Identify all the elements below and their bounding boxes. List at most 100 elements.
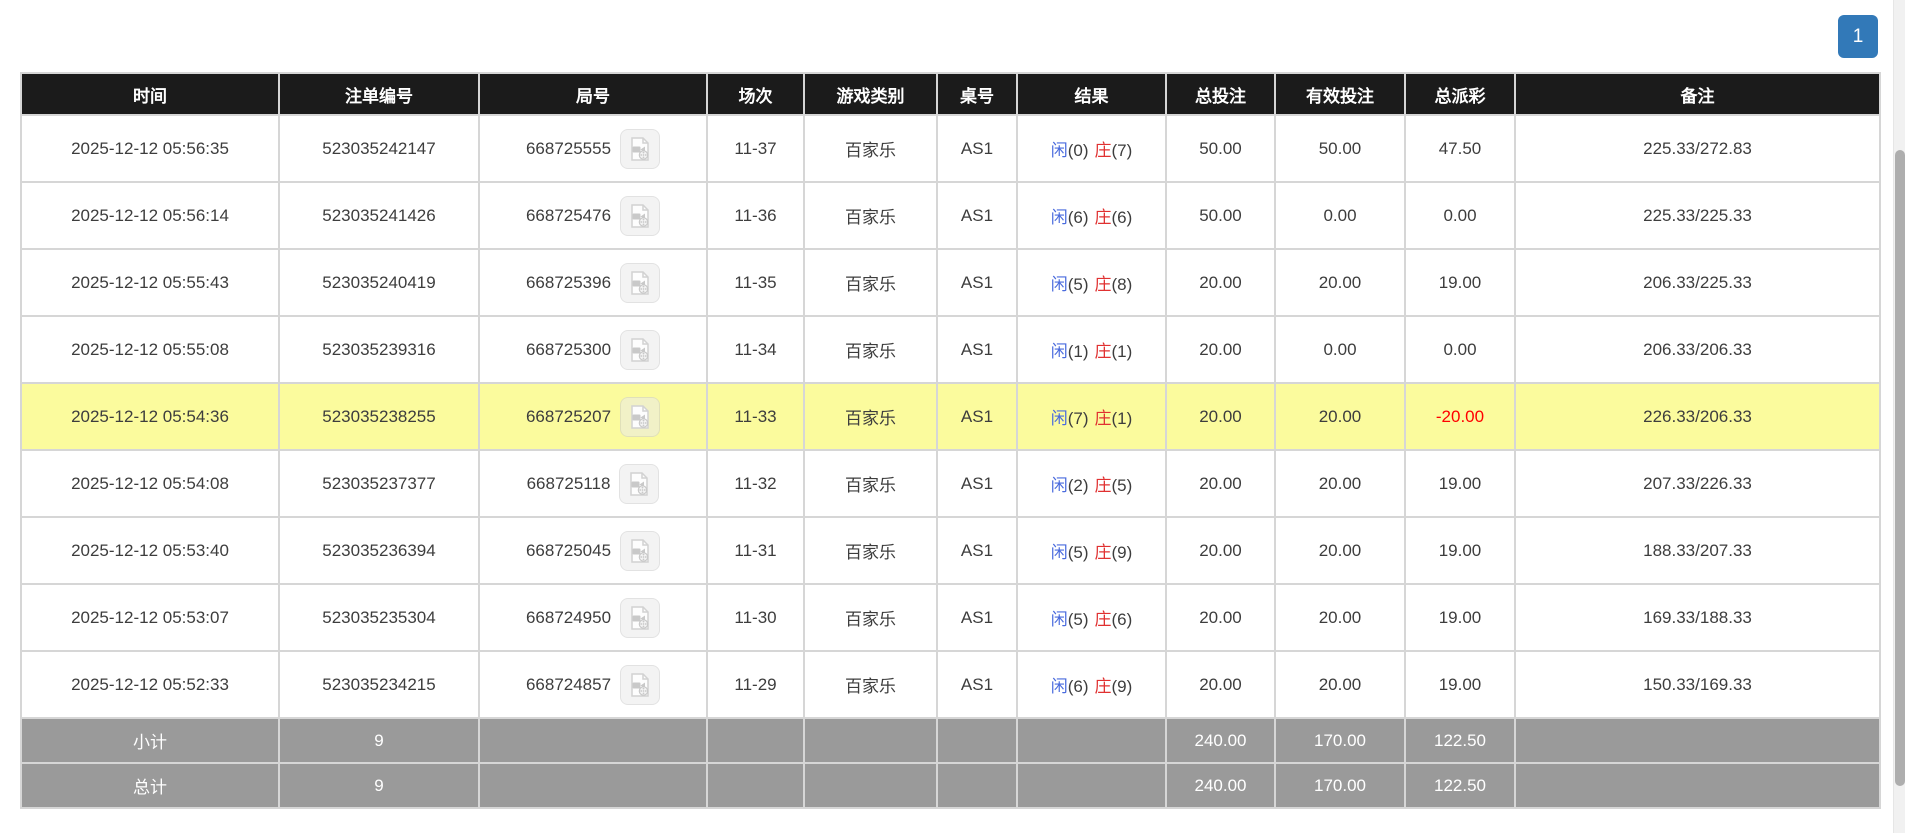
column-header-game-type: 游戏类别 [805,74,936,114]
pagination-page-1-button[interactable]: 1 [1838,15,1878,58]
video-replay-button[interactable] [620,262,661,303]
total-bet-link[interactable]: 20.00 [1167,451,1274,516]
payout-cell: 19.00 [1406,518,1514,583]
video-replay-button[interactable] [620,664,661,705]
valid-bet-cell: 0.00 [1276,183,1404,248]
column-header-total-bet: 总投注 [1167,74,1274,114]
result-player-score: (7) [1067,409,1089,428]
bet-id-cell: 523035234215 [280,652,478,717]
summary-total-bet-cell: 240.00 [1167,719,1274,762]
time-cell: 2025-12-12 05:54:36 [22,384,278,449]
video-replay-icon [631,337,649,362]
total-bet-link[interactable]: 50.00 [1167,116,1274,181]
game-type-cell: 百家乐 [805,652,936,717]
payout-cell: 47.50 [1406,116,1514,181]
game-type-cell: 百家乐 [805,250,936,315]
video-replay-button[interactable] [620,396,661,437]
round-number: 668725396 [525,272,612,292]
result-banker-label: 庄 [1094,141,1112,160]
page-scrollbar-track[interactable] [1893,0,1905,833]
total-bet-link[interactable]: 20.00 [1167,652,1274,717]
result-cell: 闲(6) 庄(9) [1018,652,1165,717]
valid-bet-cell: 20.00 [1276,451,1404,516]
empty-cell [480,719,706,762]
payout-cell: 0.00 [1406,183,1514,248]
result-player-label: 闲 [1050,610,1068,629]
session-cell: 11-35 [708,250,803,315]
result-player-label: 闲 [1050,543,1068,562]
total-bet-link[interactable]: 20.00 [1167,585,1274,650]
session-cell: 11-29 [708,652,803,717]
result-cell: 闲(5) 庄(9) [1018,518,1165,583]
summary-row: 小计 9 240.00 170.00 122.50 [22,719,1879,762]
payout-cell: 0.00 [1406,317,1514,382]
video-replay-button[interactable] [620,195,661,236]
video-replay-icon [631,605,649,630]
round-cell: 668725396 [480,250,706,315]
table-number-cell: AS1 [938,451,1016,516]
valid-bet-cell: 0.00 [1276,317,1404,382]
summary-valid-bet-cell: 170.00 [1276,764,1404,807]
time-cell: 2025-12-12 05:53:40 [22,518,278,583]
remark-cell: 206.33/225.33 [1516,250,1879,315]
time-cell: 2025-12-12 05:56:35 [22,116,278,181]
video-replay-icon [631,136,649,161]
result-player-score: (2) [1067,476,1089,495]
result-cell: 闲(6) 庄(6) [1018,183,1165,248]
total-bet-link[interactable]: 20.00 [1167,317,1274,382]
round-cell: 668725045 [480,518,706,583]
remark-cell: 225.33/225.33 [1516,183,1879,248]
payout-cell: -20.00 [1406,384,1514,449]
result-player-label: 闲 [1050,677,1068,696]
remark-cell: 150.33/169.33 [1516,652,1879,717]
empty-cell [480,764,706,807]
table-number-cell: AS1 [938,652,1016,717]
video-replay-button[interactable] [620,597,661,638]
page-scrollbar-thumb[interactable] [1895,150,1905,786]
video-replay-button[interactable] [620,530,661,571]
column-header-result: 结果 [1018,74,1165,114]
time-cell: 2025-12-12 05:53:07 [22,585,278,650]
column-header-payout: 总派彩 [1406,74,1514,114]
total-bet-link[interactable]: 20.00 [1167,384,1274,449]
bet-id-cell: 523035242147 [280,116,478,181]
video-replay-button[interactable] [620,128,661,169]
column-header-time: 时间 [22,74,278,114]
result-banker-score: (6) [1111,208,1133,227]
video-replay-icon [631,203,649,228]
bet-id-cell: 523035237377 [280,451,478,516]
session-cell: 11-37 [708,116,803,181]
result-cell: 闲(0) 庄(7) [1018,116,1165,181]
valid-bet-cell: 20.00 [1276,652,1404,717]
game-type-cell: 百家乐 [805,183,936,248]
empty-cell [938,719,1016,762]
table-number-cell: AS1 [938,518,1016,583]
result-banker-label: 庄 [1094,610,1112,629]
remark-cell: 169.33/188.33 [1516,585,1879,650]
session-cell: 11-30 [708,585,803,650]
result-player-label: 闲 [1050,342,1068,361]
video-replay-button[interactable] [620,329,661,370]
video-replay-button[interactable] [619,463,660,504]
total-bet-link[interactable]: 20.00 [1167,250,1274,315]
bet-id-cell: 523035238255 [280,384,478,449]
result-banker-label: 庄 [1094,208,1112,227]
summary-label-cell: 小计 [22,719,278,762]
result-banker-score: (9) [1111,543,1133,562]
game-type-cell: 百家乐 [805,518,936,583]
total-bet-link[interactable]: 20.00 [1167,518,1274,583]
round-cell: 668725207 [480,384,706,449]
bet-id-cell: 523035240419 [280,250,478,315]
remark-cell: 225.33/272.83 [1516,116,1879,181]
bet-id-cell: 523035241426 [280,183,478,248]
video-replay-icon [631,538,649,563]
round-cell: 668725555 [480,116,706,181]
total-bet-link[interactable]: 50.00 [1167,183,1274,248]
result-player-score: (1) [1067,342,1089,361]
result-player-score: (0) [1067,141,1089,160]
table-number-cell: AS1 [938,116,1016,181]
summary-payout-cell: 122.50 [1406,764,1514,807]
result-banker-label: 庄 [1094,342,1112,361]
round-number: 668725300 [525,339,612,359]
remark-cell: 188.33/207.33 [1516,518,1879,583]
